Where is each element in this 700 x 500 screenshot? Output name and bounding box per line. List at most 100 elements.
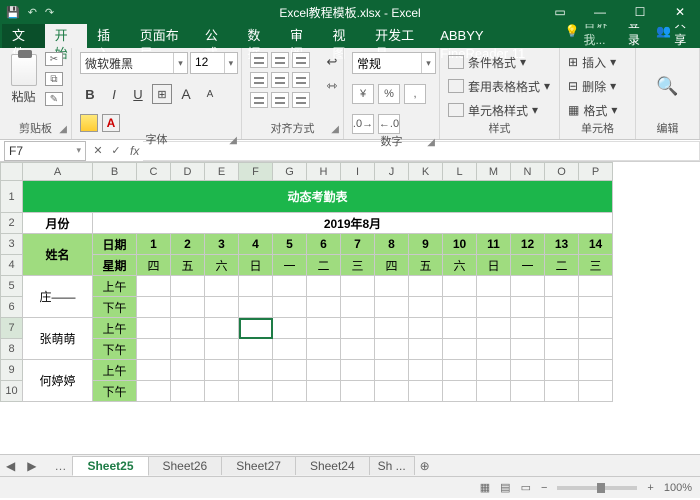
- minimize-icon[interactable]: —: [580, 0, 620, 24]
- border-button[interactable]: ⊞: [152, 84, 172, 104]
- weekday-cell-4[interactable]: 日: [239, 255, 273, 276]
- sheet-tab-sheet27[interactable]: Sheet27: [221, 456, 296, 475]
- data-cell[interactable]: [341, 276, 375, 297]
- data-cell[interactable]: [579, 318, 613, 339]
- month-value-cell[interactable]: 2019年8月: [93, 213, 613, 234]
- tab-file[interactable]: 文件: [2, 24, 45, 48]
- data-cell[interactable]: [545, 360, 579, 381]
- data-cell[interactable]: [137, 318, 171, 339]
- align-middle-button[interactable]: [271, 52, 289, 68]
- tab-scroll-right-icon[interactable]: ▶: [21, 459, 42, 473]
- tab-data[interactable]: 数据: [237, 24, 280, 48]
- undo-icon[interactable]: ↶: [28, 6, 37, 19]
- zoom-slider[interactable]: [557, 486, 637, 490]
- data-cell[interactable]: [409, 297, 443, 318]
- zoom-level[interactable]: 100%: [664, 482, 692, 494]
- copy-icon[interactable]: [45, 72, 63, 86]
- period-cell[interactable]: 下午: [93, 381, 137, 402]
- data-cell[interactable]: [341, 318, 375, 339]
- data-cell[interactable]: [579, 381, 613, 402]
- redo-icon[interactable]: ↷: [45, 6, 54, 19]
- save-icon[interactable]: 💾: [6, 6, 20, 19]
- view-normal-icon[interactable]: ▦: [480, 481, 490, 494]
- name-box[interactable]: F7▾: [4, 141, 86, 161]
- data-cell[interactable]: [137, 297, 171, 318]
- merge-center-button[interactable]: ⇿: [320, 76, 344, 96]
- insert-cells-button[interactable]: ⊞插入 ▾: [568, 52, 616, 72]
- data-cell[interactable]: [409, 381, 443, 402]
- dialog-launcher-icon[interactable]: ◢: [331, 122, 339, 138]
- day-cell-8[interactable]: 8: [375, 234, 409, 255]
- tab-abbyy[interactable]: ABBYY FineReader 11: [430, 24, 564, 48]
- tab-formulas[interactable]: 公式: [195, 24, 238, 48]
- data-cell[interactable]: [273, 276, 307, 297]
- tab-page-layout[interactable]: 页面布局: [130, 24, 195, 48]
- sheet-tab-ellipsis[interactable]: …: [48, 459, 72, 473]
- data-cell[interactable]: [171, 360, 205, 381]
- weekday-cell-11[interactable]: 日: [477, 255, 511, 276]
- accounting-button[interactable]: ¥: [352, 84, 374, 104]
- day-cell-6[interactable]: 6: [307, 234, 341, 255]
- col-header-D[interactable]: D: [171, 163, 205, 181]
- shrink-font-button[interactable]: A: [200, 84, 220, 104]
- data-cell[interactable]: [205, 276, 239, 297]
- data-cell[interactable]: [477, 318, 511, 339]
- day-cell-10[interactable]: 10: [443, 234, 477, 255]
- data-cell[interactable]: [375, 318, 409, 339]
- grow-font-button[interactable]: A: [176, 84, 196, 104]
- row-header-1[interactable]: 1: [1, 181, 23, 213]
- data-cell[interactable]: [579, 339, 613, 360]
- dialog-launcher-icon[interactable]: ◢: [229, 133, 237, 149]
- data-cell[interactable]: [477, 276, 511, 297]
- weekday-cell-5[interactable]: 一: [273, 255, 307, 276]
- name-cell[interactable]: 庄——: [23, 276, 93, 318]
- increase-decimal-button[interactable]: .0→: [352, 114, 374, 134]
- data-cell[interactable]: [341, 297, 375, 318]
- day-cell-9[interactable]: 9: [409, 234, 443, 255]
- data-cell[interactable]: [341, 339, 375, 360]
- row-header-7[interactable]: 7: [1, 318, 23, 339]
- data-cell[interactable]: [443, 360, 477, 381]
- fill-color-button[interactable]: [80, 114, 98, 132]
- dialog-launcher-icon[interactable]: ◢: [59, 122, 67, 138]
- sheet-tab-sheet24[interactable]: Sheet24: [295, 456, 370, 475]
- data-cell[interactable]: [375, 381, 409, 402]
- conditional-format-button[interactable]: 条件格式 ▾: [448, 52, 526, 72]
- new-sheet-icon[interactable]: ⊕: [414, 459, 436, 473]
- col-header-F[interactable]: F: [239, 163, 273, 181]
- col-header-O[interactable]: O: [545, 163, 579, 181]
- paste-button[interactable]: 粘贴: [8, 52, 39, 108]
- find-icon[interactable]: 🔍: [656, 76, 678, 97]
- weekday-cell-14[interactable]: 三: [579, 255, 613, 276]
- data-cell[interactable]: [239, 297, 273, 318]
- orientation-button[interactable]: [292, 92, 310, 108]
- sheet-tab-sheet26[interactable]: Sheet26: [148, 456, 223, 475]
- weekday-cell-10[interactable]: 六: [443, 255, 477, 276]
- data-cell[interactable]: [341, 360, 375, 381]
- view-page-layout-icon[interactable]: ▤: [500, 481, 510, 494]
- data-cell[interactable]: [477, 360, 511, 381]
- col-header-I[interactable]: I: [341, 163, 375, 181]
- data-cell[interactable]: [137, 360, 171, 381]
- font-name-select[interactable]: 微软雅黑▾: [80, 52, 188, 74]
- weekday-cell-7[interactable]: 三: [341, 255, 375, 276]
- align-top-button[interactable]: [250, 52, 268, 68]
- day-cell-1[interactable]: 1: [137, 234, 171, 255]
- cut-icon[interactable]: [45, 52, 63, 66]
- tab-home[interactable]: 开始: [45, 24, 88, 48]
- day-cell-11[interactable]: 11: [477, 234, 511, 255]
- data-cell[interactable]: [137, 339, 171, 360]
- data-cell[interactable]: [545, 318, 579, 339]
- sheet-tab-sheet25[interactable]: Sheet25: [72, 456, 148, 476]
- data-cell[interactable]: [477, 297, 511, 318]
- col-header-J[interactable]: J: [375, 163, 409, 181]
- col-header-C[interactable]: C: [137, 163, 171, 181]
- row-header-3[interactable]: 3: [1, 234, 23, 255]
- data-cell[interactable]: [239, 360, 273, 381]
- tab-scroll-left-icon[interactable]: ◀: [0, 459, 21, 473]
- data-cell[interactable]: [205, 360, 239, 381]
- day-cell-13[interactable]: 13: [545, 234, 579, 255]
- data-cell[interactable]: [171, 297, 205, 318]
- data-cell[interactable]: [273, 318, 307, 339]
- align-left-button[interactable]: [250, 72, 268, 88]
